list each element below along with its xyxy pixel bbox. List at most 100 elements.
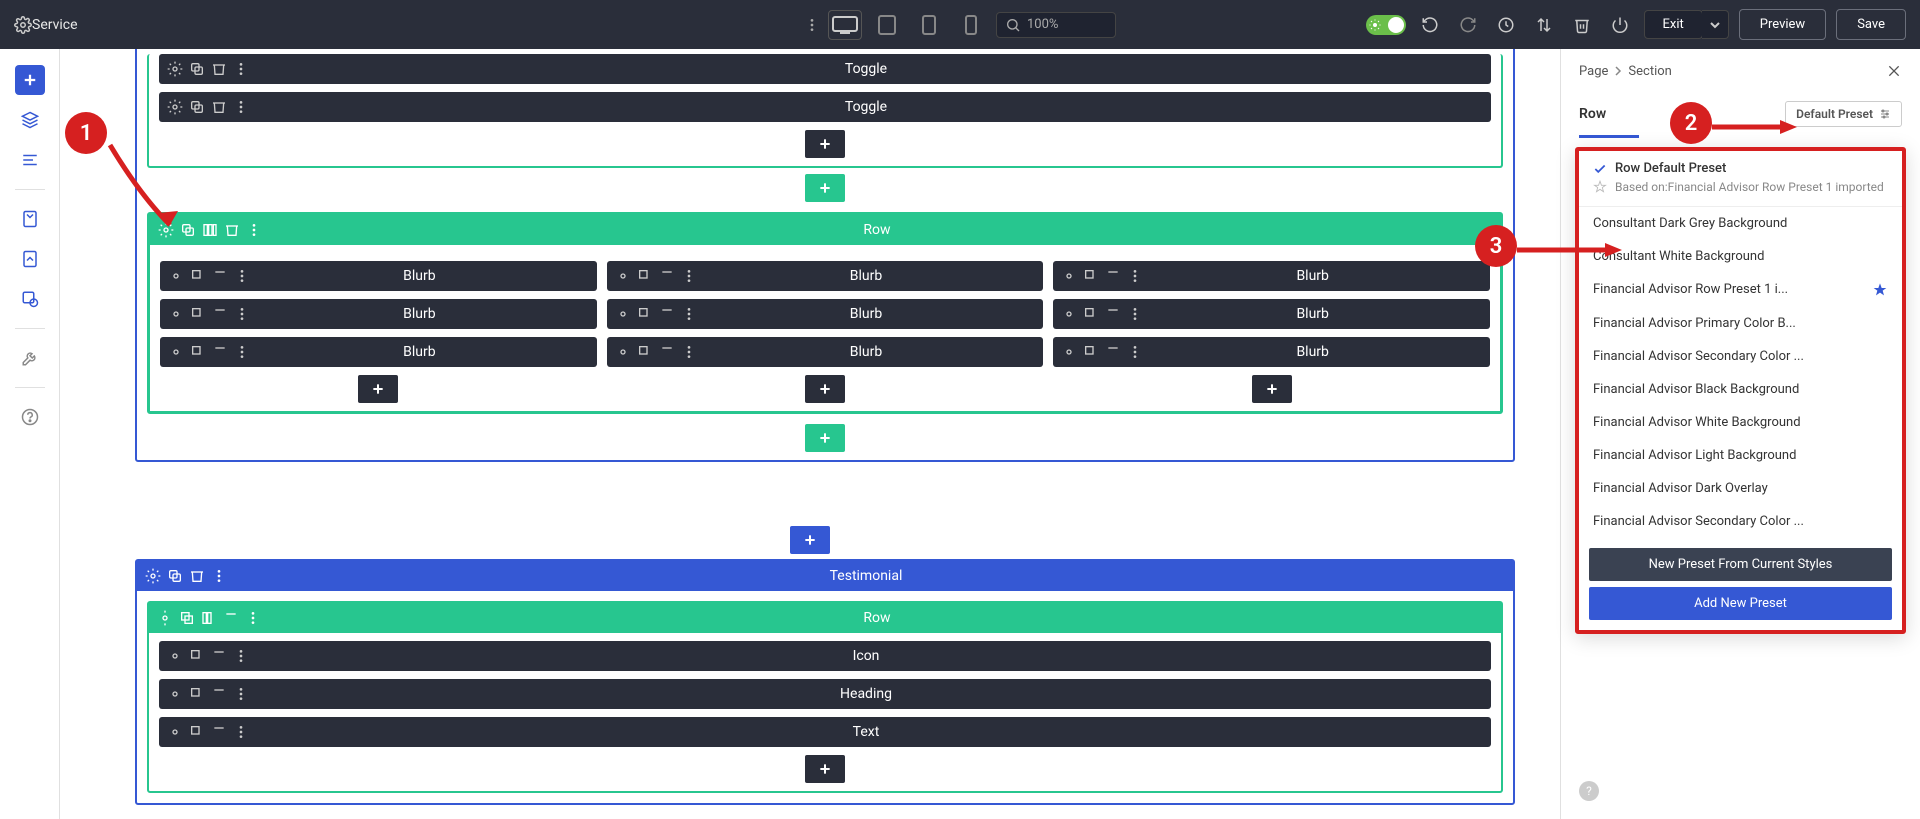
gear-icon[interactable] <box>168 344 184 360</box>
copy-icon[interactable] <box>637 306 653 322</box>
gear-icon[interactable] <box>168 306 184 322</box>
more-icon[interactable] <box>804 17 820 33</box>
wrench-icon[interactable] <box>15 343 45 373</box>
phone-view-button[interactable] <box>954 10 988 40</box>
blurb-module[interactable]: Blurb <box>1053 337 1490 367</box>
preset-item[interactable]: Financial Advisor Secondary Color ... <box>1579 340 1902 373</box>
trash-icon[interactable] <box>659 268 675 284</box>
trash-icon[interactable] <box>212 344 228 360</box>
preset-item[interactable]: Financial Advisor Row Preset 1 i... <box>1579 273 1902 307</box>
blurb-module[interactable]: Blurb <box>607 337 1044 367</box>
gear-icon[interactable] <box>168 268 184 284</box>
trash-icon[interactable] <box>1105 268 1121 284</box>
add-module-button[interactable] <box>805 755 845 783</box>
power-icon[interactable] <box>1606 11 1634 39</box>
blurb-module[interactable]: Blurb <box>160 261 597 291</box>
more-icon[interactable] <box>234 306 250 322</box>
more-icon[interactable] <box>681 306 697 322</box>
copy-icon[interactable] <box>189 61 205 77</box>
icon-module[interactable]: Icon <box>159 641 1491 671</box>
trash-icon[interactable] <box>1105 344 1121 360</box>
copy-icon[interactable] <box>1083 268 1099 284</box>
preset-item[interactable]: Financial Advisor Light Background <box>1579 439 1902 472</box>
blurb-module[interactable]: Blurb <box>160 299 597 329</box>
heading-module[interactable]: Heading <box>159 679 1491 709</box>
trash-icon[interactable] <box>211 686 227 702</box>
preset-item[interactable]: Financial Advisor Dark Overlay <box>1579 472 1902 505</box>
zoom-input[interactable]: 100% <box>996 12 1116 38</box>
more-icon[interactable] <box>233 648 249 664</box>
trash-icon[interactable] <box>212 268 228 284</box>
gear-icon[interactable] <box>145 568 161 584</box>
copy-icon[interactable] <box>637 268 653 284</box>
trash-icon[interactable] <box>659 306 675 322</box>
blurb-module[interactable]: Blurb <box>1053 299 1490 329</box>
row-header[interactable]: Row <box>150 215 1500 245</box>
exit-button[interactable]: Exit <box>1644 10 1703 39</box>
trash-icon[interactable] <box>659 344 675 360</box>
history-icon[interactable] <box>1492 11 1520 39</box>
gear-icon[interactable] <box>167 648 183 664</box>
trash-icon[interactable] <box>1105 306 1121 322</box>
more-icon[interactable] <box>233 686 249 702</box>
add-section-button[interactable] <box>790 526 830 554</box>
trash-icon[interactable] <box>211 648 227 664</box>
more-icon[interactable] <box>246 222 262 238</box>
copy-icon[interactable] <box>189 724 205 740</box>
gear-icon[interactable] <box>167 724 183 740</box>
trash-icon[interactable] <box>211 724 227 740</box>
copy-icon[interactable] <box>179 610 195 626</box>
layers-icon[interactable] <box>15 105 45 135</box>
redo-icon[interactable] <box>1454 11 1482 39</box>
more-icon[interactable] <box>681 344 697 360</box>
more-icon[interactable] <box>233 99 249 115</box>
import-icon[interactable] <box>15 244 45 274</box>
crumb-page[interactable]: Page <box>1579 64 1608 79</box>
copy-icon[interactable] <box>1083 306 1099 322</box>
more-icon[interactable] <box>1127 306 1143 322</box>
more-icon[interactable] <box>1127 268 1143 284</box>
gear-icon[interactable] <box>615 344 631 360</box>
preset-item[interactable]: Financial Advisor Black Background <box>1579 373 1902 406</box>
trash-icon[interactable] <box>211 61 227 77</box>
more-icon[interactable] <box>233 61 249 77</box>
trash-icon[interactable] <box>212 306 228 322</box>
preset-item[interactable]: Financial Advisor Secondary Color ... <box>1579 505 1902 538</box>
more-icon[interactable] <box>1127 344 1143 360</box>
gear-icon[interactable] <box>167 686 183 702</box>
gear-icon[interactable] <box>167 61 183 77</box>
preset-item[interactable]: Financial Advisor Primary Color B... <box>1579 307 1902 340</box>
copy-icon[interactable] <box>1083 344 1099 360</box>
toggle-module[interactable]: Toggle <box>159 54 1491 84</box>
sort-icon[interactable] <box>1530 11 1558 39</box>
copy-icon[interactable] <box>189 99 205 115</box>
gear-icon[interactable] <box>1061 306 1077 322</box>
undo-icon[interactable] <box>1416 11 1444 39</box>
help-icon[interactable] <box>15 402 45 432</box>
phone-landscape-button[interactable] <box>912 10 946 40</box>
copy-icon[interactable] <box>637 344 653 360</box>
more-icon[interactable] <box>681 268 697 284</box>
add-preset-button[interactable]: Add New Preset <box>1589 587 1892 620</box>
add-row-button[interactable] <box>805 174 845 202</box>
breadcrumb[interactable]: Page Section <box>1579 64 1672 79</box>
section-1[interactable]: Toggle Toggle Row Blurb Blurb B <box>135 49 1515 462</box>
more-icon[interactable] <box>233 724 249 740</box>
section-header[interactable]: Testimonial <box>137 561 1513 591</box>
trash-icon[interactable] <box>1568 11 1596 39</box>
more-icon[interactable] <box>234 344 250 360</box>
trash-icon[interactable] <box>211 99 227 115</box>
add-module-button[interactable] <box>805 375 845 403</box>
copy-icon[interactable] <box>190 268 206 284</box>
gear-icon[interactable] <box>167 99 183 115</box>
new-preset-button[interactable]: New Preset From Current Styles <box>1589 548 1892 581</box>
trash-icon[interactable] <box>223 610 239 626</box>
copy-icon[interactable] <box>189 686 205 702</box>
blurb-module[interactable]: Blurb <box>607 261 1044 291</box>
more-icon[interactable] <box>234 268 250 284</box>
copy-icon[interactable] <box>167 568 183 584</box>
preview-button[interactable]: Preview <box>1739 9 1826 40</box>
section-2[interactable]: Testimonial Row Icon Heading Text <box>135 559 1515 805</box>
help-badge[interactable]: ? <box>1579 781 1599 801</box>
add-row-button[interactable] <box>805 424 845 452</box>
